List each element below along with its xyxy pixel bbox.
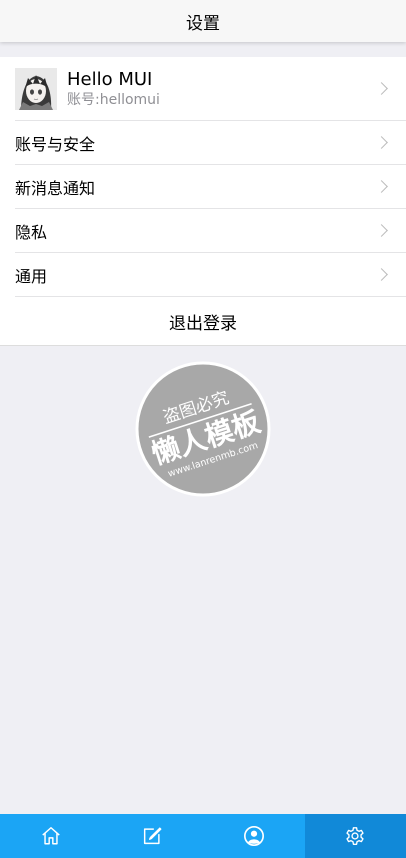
menu-item-privacy[interactable]: 隐私 [15,209,406,253]
chevron-right-icon [375,135,388,149]
edit-icon [144,827,162,845]
chevron-right-icon [375,267,388,281]
profile-account: 账号:hellomui [67,91,160,108]
profile-name: Hello MUI [67,68,153,90]
tab-contact[interactable] [203,814,305,858]
chevron-right-icon [375,179,388,193]
logout-button[interactable]: 退出登录 [0,297,406,346]
settings-list: Hello MUI 账号:hellomui 账号与安全 新消息通知 隐私 通用 [0,57,406,297]
menu-item-label: 新消息通知 [15,178,96,198]
menu-item-label: 账号与安全 [15,134,96,154]
watermark-logo: 盗图必究 懒人模板 www.lanrenmb.com [135,361,271,497]
tab-edit[interactable] [102,814,204,858]
tab-home[interactable] [0,814,102,858]
gear-icon [346,827,364,845]
profile-cell[interactable]: Hello MUI 账号:hellomui [15,57,406,121]
menu-item-notifications[interactable]: 新消息通知 [15,165,406,209]
tab-settings[interactable] [304,814,406,858]
menu-item-general[interactable]: 通用 [15,253,406,297]
chevron-right-icon [375,223,388,237]
menu-item-label: 通用 [15,266,48,286]
chevron-right-icon [375,81,388,95]
profile-info: Hello MUI 账号:hellomui [67,69,160,109]
logout-label: 退出登录 [169,313,237,334]
menu-item-account-security[interactable]: 账号与安全 [15,121,406,165]
tab-bar [0,814,406,858]
contact-icon [243,826,264,846]
menu-item-label: 隐私 [15,222,48,242]
home-icon [42,827,60,845]
page-title: 设置 [186,13,220,34]
nav-bar: 设置 [0,0,406,42]
avatar [15,67,57,110]
